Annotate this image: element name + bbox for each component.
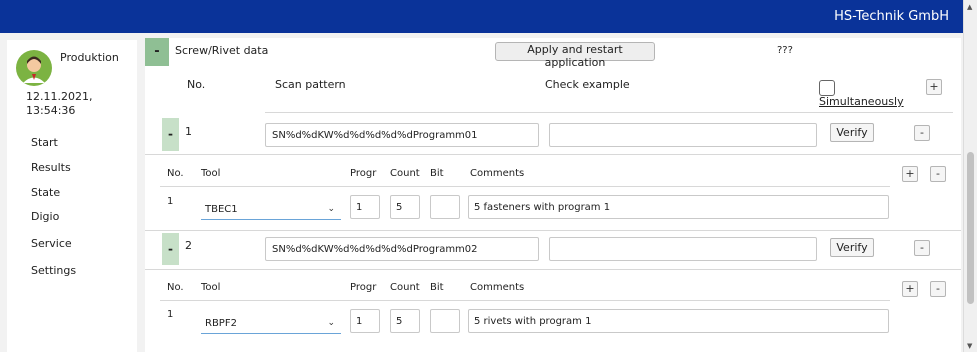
- column-header-no: No.: [187, 78, 206, 91]
- divider: [265, 112, 953, 113]
- row-1-remove-tool-button[interactable]: -: [930, 166, 946, 182]
- row-2-check-example-input[interactable]: [549, 237, 817, 261]
- row-1-comments-input[interactable]: 5 fasteners with program 1: [468, 195, 889, 219]
- row-1-remove-button[interactable]: -: [914, 125, 930, 141]
- divider: [145, 230, 961, 231]
- row-1-tool-select[interactable]: TBEC1 ⌄: [201, 196, 341, 220]
- row-2-progr-input[interactable]: 1: [350, 309, 380, 333]
- row-2-scan-pattern-input[interactable]: [265, 237, 539, 261]
- column-header-scan-pattern: Scan pattern: [275, 78, 346, 91]
- row-1-count-input[interactable]: 5: [390, 195, 420, 219]
- simultaneously-label: Simultaneously: [819, 95, 904, 108]
- company-brand: HS-Technik GmbH: [834, 9, 949, 24]
- date-text: 12.11.2021,: [26, 90, 93, 103]
- divider: [160, 300, 890, 301]
- row-2-progr-value: 1: [356, 316, 363, 327]
- divider: [145, 154, 961, 155]
- row-1-tool-value: TBEC1: [205, 204, 238, 215]
- row-2-remove-button[interactable]: -: [914, 240, 930, 256]
- row-1-collapse-toggle[interactable]: -: [162, 118, 179, 151]
- section-collapse-toggle[interactable]: -: [145, 38, 169, 66]
- row-2-collapse-toggle[interactable]: -: [162, 233, 179, 265]
- chevron-down-icon: ⌄: [327, 204, 335, 214]
- row-1-number: 1: [185, 125, 192, 138]
- date-time: 12.11.2021, 13:54:36: [26, 90, 126, 118]
- sidebar: Produktion 12.11.2021, 13:54:36 Start Re…: [7, 40, 137, 352]
- row-2-sub-header-count: Count: [390, 282, 420, 293]
- unknown-status-text: ???: [777, 45, 793, 56]
- row-2-add-tool-button[interactable]: +: [902, 281, 918, 297]
- row-1-sub-header-bit: Bit: [430, 168, 444, 179]
- nav-item-service[interactable]: Service: [31, 237, 72, 250]
- row-2-sub-header-progr: Progr: [350, 282, 377, 293]
- row-1-sub-header-comments: Comments: [470, 168, 525, 179]
- divider: [145, 269, 961, 270]
- main-panel: - Screw/Rivet data Apply and restart app…: [145, 38, 961, 352]
- row-2-verify-button[interactable]: Verify: [830, 238, 874, 257]
- row-1-progr-value: 1: [356, 202, 363, 213]
- row-1-comments-value: 5 fasteners with program 1: [474, 202, 611, 213]
- scrollbar-thumb[interactable]: [967, 152, 974, 304]
- top-bar: HS-Technik GmbH: [0, 0, 977, 33]
- row-1-sub-header-progr: Progr: [350, 168, 377, 179]
- nav-item-results[interactable]: Results: [31, 161, 71, 174]
- row-2-remove-tool-button[interactable]: -: [930, 281, 946, 297]
- row-2-sub-header-tool: Tool: [201, 282, 221, 293]
- row-1-tool-number: 1: [167, 196, 174, 207]
- row-2-comments-input[interactable]: 5 rivets with program 1: [468, 309, 889, 333]
- row-2-tool-select[interactable]: RBPF2 ⌄: [201, 310, 341, 334]
- row-2-tool-value: RBPF2: [205, 318, 237, 329]
- scroll-up-arrow-icon[interactable]: ▲: [967, 3, 972, 11]
- divider: [160, 186, 890, 187]
- row-1-progr-input[interactable]: 1: [350, 195, 380, 219]
- section-title: Screw/Rivet data: [175, 44, 269, 57]
- user-name: Produktion: [60, 51, 119, 64]
- apply-restart-button[interactable]: Apply and restart application: [495, 42, 655, 69]
- nav-item-state[interactable]: State: [31, 186, 60, 199]
- row-1-verify-button[interactable]: Verify: [830, 123, 874, 142]
- nav-item-digio[interactable]: Digio: [31, 210, 59, 223]
- add-scan-row-button[interactable]: +: [926, 79, 942, 95]
- column-header-check-example: Check example: [545, 78, 630, 91]
- row-2-bit-input[interactable]: [430, 309, 460, 333]
- row-2-number: 2: [185, 239, 192, 252]
- nav-item-start[interactable]: Start: [31, 136, 58, 149]
- user-avatar-icon: [16, 50, 52, 86]
- row-1-bit-input[interactable]: [430, 195, 460, 219]
- simultaneously-checkbox[interactable]: [819, 80, 835, 96]
- row-1-sub-header-tool: Tool: [201, 168, 221, 179]
- vertical-scrollbar[interactable]: ▲ ▼: [963, 0, 977, 352]
- row-2-comments-value: 5 rivets with program 1: [474, 316, 592, 327]
- row-2-sub-header-comments: Comments: [470, 282, 525, 293]
- row-1-count-value: 5: [396, 202, 403, 213]
- row-2-sub-header-no: No.: [167, 282, 184, 293]
- chevron-down-icon: ⌄: [327, 318, 335, 328]
- row-1-add-tool-button[interactable]: +: [902, 166, 918, 182]
- nav-item-settings[interactable]: Settings: [31, 264, 76, 277]
- row-1-sub-header-no: No.: [167, 168, 184, 179]
- row-2-count-input[interactable]: 5: [390, 309, 420, 333]
- row-2-sub-header-bit: Bit: [430, 282, 444, 293]
- scroll-down-arrow-icon[interactable]: ▼: [967, 342, 972, 350]
- row-2-count-value: 5: [396, 316, 403, 327]
- time-text: 13:54:36: [26, 104, 76, 117]
- row-1-scan-pattern-input[interactable]: [265, 123, 539, 147]
- row-1-check-example-input[interactable]: [549, 123, 817, 147]
- row-2-tool-number: 1: [167, 309, 174, 320]
- row-1-sub-header-count: Count: [390, 168, 420, 179]
